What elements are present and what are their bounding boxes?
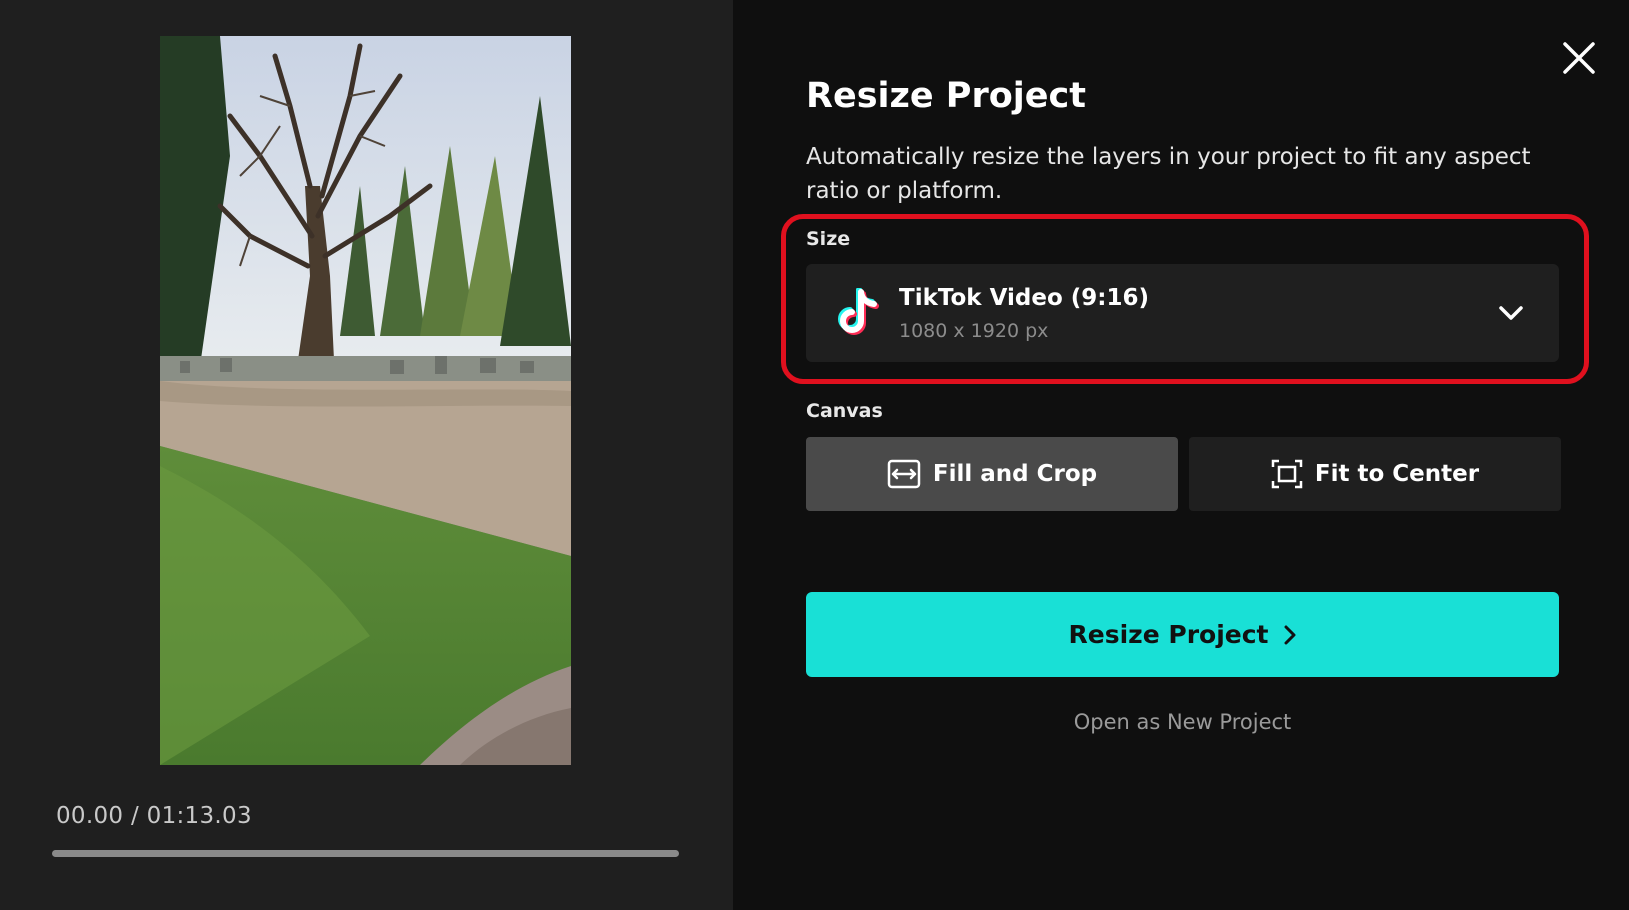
video-frame-image xyxy=(160,36,571,765)
chevron-right-icon xyxy=(1284,625,1295,644)
timecode: 00.00 / 01:13.03 xyxy=(56,803,252,829)
dialog-title: Resize Project xyxy=(806,76,1086,116)
size-label: Size xyxy=(806,228,851,250)
preview-panel: 00.00 / 01:13.03 xyxy=(0,0,733,910)
fill-and-crop-label: Fill and Crop xyxy=(932,461,1098,487)
size-dropdown[interactable]: TikTok Video (9:16) 1080 x 1920 px xyxy=(806,264,1559,362)
fill-crop-icon xyxy=(887,459,921,489)
resize-project-button[interactable]: Resize Project xyxy=(806,592,1559,677)
current-time: 00.00 xyxy=(56,803,124,829)
close-icon xyxy=(1563,42,1595,74)
fit-center-icon xyxy=(1271,459,1303,489)
canvas-label: Canvas xyxy=(806,400,883,422)
chevron-down-icon xyxy=(1499,306,1523,320)
selected-size-name: TikTok Video (9:16) xyxy=(899,285,1149,311)
settings-panel: Resize Project Automatically resize the … xyxy=(733,0,1629,910)
duration: 01:13.03 xyxy=(146,803,252,829)
video-preview xyxy=(160,36,571,765)
resize-project-modal: 00.00 / 01:13.03 Resize Project Automati… xyxy=(0,0,1629,910)
open-as-new-project-link[interactable]: Open as New Project xyxy=(806,710,1559,734)
fill-and-crop-button[interactable]: Fill and Crop xyxy=(806,437,1178,511)
playback-scrubber[interactable] xyxy=(52,850,679,857)
selected-size-dimensions: 1080 x 1920 px xyxy=(899,320,1049,342)
fit-to-center-button[interactable]: Fit to Center xyxy=(1189,437,1561,511)
close-button[interactable] xyxy=(1559,38,1599,78)
resize-project-label: Resize Project xyxy=(1068,620,1269,649)
fit-to-center-label: Fit to Center xyxy=(1314,461,1480,487)
dialog-description: Automatically resize the layers in your … xyxy=(806,144,1531,204)
time-separator: / xyxy=(123,803,147,829)
tiktok-icon xyxy=(838,288,879,335)
